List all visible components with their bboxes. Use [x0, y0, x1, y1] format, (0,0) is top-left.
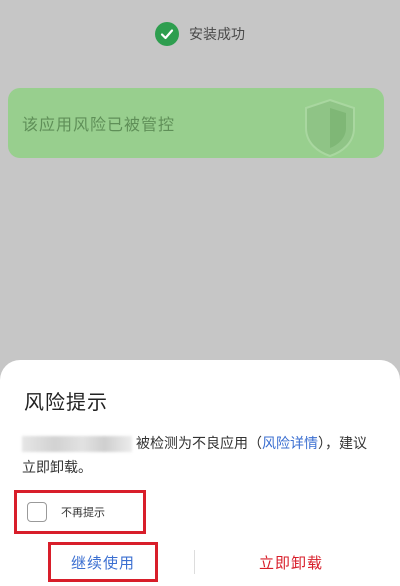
shield-icon: [302, 98, 358, 158]
dialog-message: 被检测为不良应用（风险详情），建议立即卸载。: [22, 432, 372, 480]
install-status: 安装成功: [0, 22, 400, 46]
risk-warning-dialog: 风险提示 被检测为不良应用（风险详情），建议立即卸载。 不再提示 继续使用 立即…: [0, 360, 400, 586]
dialog-title: 风险提示: [24, 390, 108, 414]
dont-remind-option[interactable]: 不再提示: [14, 490, 146, 534]
install-status-text: 安装成功: [189, 27, 245, 43]
check-circle-icon: [155, 22, 179, 46]
uninstall-now-button[interactable]: 立即卸载: [236, 542, 346, 582]
risk-detail-link[interactable]: 风险详情: [262, 436, 318, 452]
button-divider: [194, 550, 195, 574]
dont-remind-label: 不再提示: [61, 506, 105, 519]
risk-card-text: 该应用风险已被管控: [22, 115, 176, 134]
app-name-redacted: [22, 436, 132, 452]
risk-managed-card: 该应用风险已被管控: [8, 88, 384, 158]
continue-using-button[interactable]: 继续使用: [48, 542, 158, 582]
message-text-1: 被检测为不良应用（: [136, 436, 262, 452]
dont-remind-checkbox[interactable]: [27, 502, 47, 522]
